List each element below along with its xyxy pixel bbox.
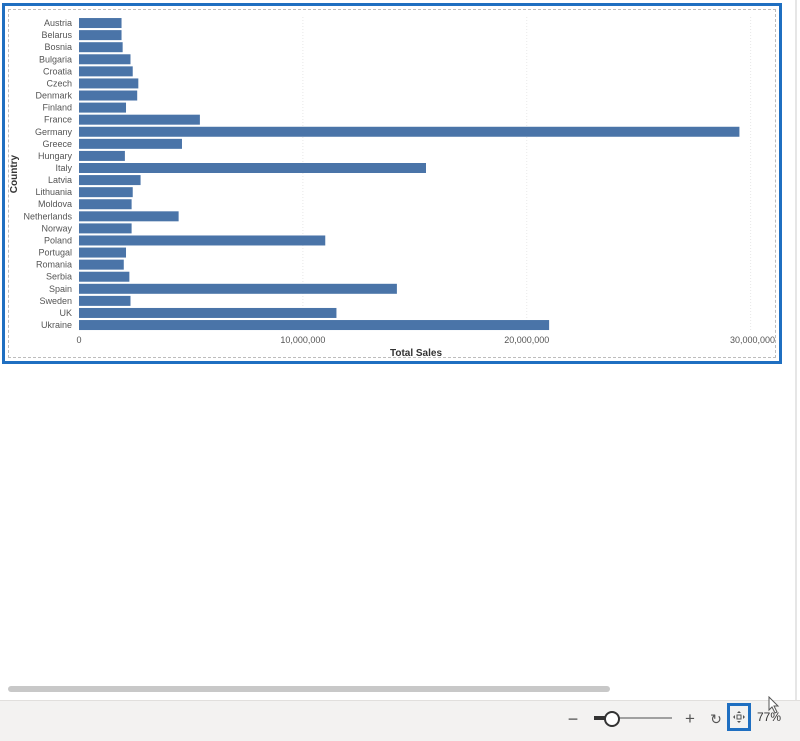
report-canvas: Austria Belarus Bosnia Bulgaria Croatia Czech… [0, 0, 798, 700]
zoom-in-button[interactable]: + [683, 709, 697, 729]
category-label: Germany [35, 127, 73, 137]
panel-divider [795, 0, 797, 700]
bar[interactable] [79, 18, 122, 29]
bar[interactable] [79, 223, 132, 234]
bar[interactable] [79, 42, 123, 53]
category-label: Czech [46, 78, 72, 88]
category-label: Bosnia [44, 42, 72, 52]
category-label: Moldova [38, 199, 72, 209]
bar[interactable] [79, 211, 179, 222]
zoom-slider-thumb[interactable] [604, 711, 620, 727]
horizontal-scrollbar[interactable] [8, 686, 610, 692]
category-label: Serbia [46, 272, 72, 282]
category-label: Finland [42, 103, 72, 113]
bar[interactable] [79, 259, 124, 270]
category-label: Poland [44, 235, 72, 245]
reset-zoom-icon[interactable]: ↻ [708, 709, 724, 729]
status-bar: − + ↻ 77% [0, 700, 800, 741]
x-tick-label: 10,000,000 [280, 335, 325, 345]
bar[interactable] [79, 102, 127, 113]
bar[interactable] [79, 247, 127, 258]
bar[interactable] [79, 138, 182, 149]
category-label: France [44, 115, 72, 125]
bar[interactable] [79, 271, 130, 282]
bar[interactable] [79, 295, 131, 306]
bar[interactable] [79, 90, 138, 101]
category-label: Croatia [43, 66, 72, 76]
bar[interactable] [79, 320, 550, 331]
category-label: Italy [55, 163, 72, 173]
bar[interactable] [79, 66, 133, 77]
category-label: Sweden [39, 296, 72, 306]
bar[interactable] [79, 199, 132, 210]
category-label: Belarus [41, 30, 72, 40]
chart-svg: Austria Belarus Bosnia Bulgaria Croatia Czech… [9, 17, 775, 359]
bar[interactable] [79, 235, 326, 246]
category-label: Lithuania [35, 187, 72, 197]
bar[interactable] [79, 163, 426, 173]
category-label: Denmark [35, 91, 72, 101]
category-label: UK [59, 308, 72, 318]
category-label: Austria [44, 18, 72, 28]
bar[interactable] [79, 307, 337, 318]
category-label: Netherlands [23, 211, 72, 221]
fit-to-page-icon [733, 711, 745, 723]
category-label: Norway [41, 223, 72, 233]
x-tick-label: 0 [76, 335, 81, 345]
category-label: Greece [42, 139, 72, 149]
category-label: Ukraine [41, 320, 72, 330]
bar-chart-visual[interactable]: Austria Belarus Bosnia Bulgaria Croatia Czech… [2, 3, 782, 364]
fit-to-page-button[interactable] [727, 703, 751, 731]
bar[interactable] [79, 30, 122, 41]
category-label: Portugal [38, 248, 72, 258]
category-label: Bulgaria [39, 54, 72, 64]
bar[interactable] [79, 150, 125, 161]
bar[interactable] [79, 126, 740, 137]
bar[interactable] [79, 78, 139, 89]
mouse-cursor-icon [768, 696, 780, 714]
x-axis-title: Total Sales [390, 348, 442, 359]
zoom-out-button[interactable]: − [566, 709, 580, 729]
x-tick-label: 20,000,000 [504, 335, 549, 345]
bar[interactable] [79, 283, 397, 294]
y-axis-title: Country [9, 154, 20, 193]
category-label: Spain [49, 284, 72, 294]
category-label: Hungary [38, 151, 73, 161]
bar[interactable] [79, 175, 141, 186]
bar[interactable] [79, 187, 133, 198]
category-label: Romania [36, 260, 72, 270]
bar[interactable] [79, 54, 131, 65]
bar[interactable] [79, 114, 200, 125]
x-tick-label: 30,000,000 [730, 335, 775, 345]
category-label: Latvia [48, 175, 72, 185]
